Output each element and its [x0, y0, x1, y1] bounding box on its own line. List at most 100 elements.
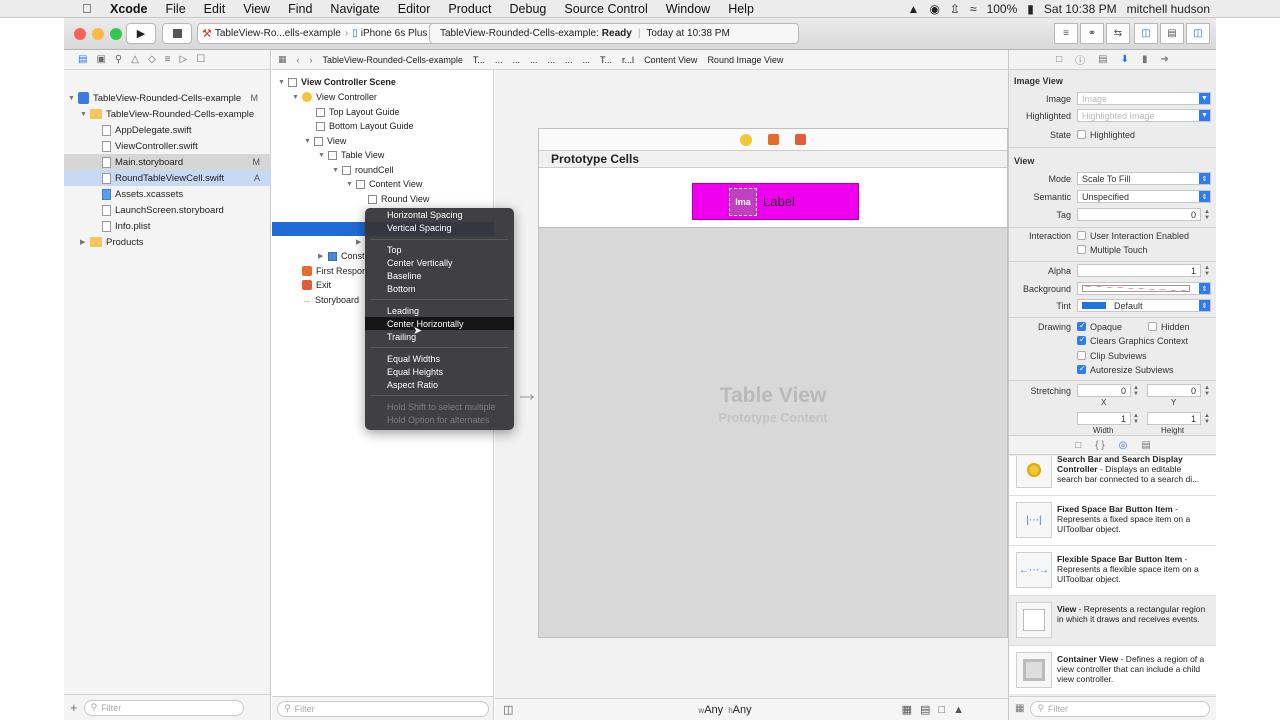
- storyboard-canvas[interactable]: → Prototype Cells Ima Label Table View P…: [495, 70, 1008, 698]
- pin-icon[interactable]: □: [938, 704, 945, 716]
- outline-row[interactable]: ▼ Table View: [318, 148, 384, 162]
- menu-edit[interactable]: Edit: [204, 2, 226, 16]
- show-outline-icon[interactable]: ◫: [503, 703, 513, 716]
- clip-subviews-checkbox[interactable]: [1077, 351, 1086, 360]
- background-color-select[interactable]: ⇕: [1077, 282, 1211, 295]
- breakpoint-icon[interactable]: ▷: [179, 54, 187, 65]
- user-interaction-checkbox[interactable]: [1077, 231, 1086, 240]
- outline-row[interactable]: ▶ Const: [318, 249, 365, 263]
- disclosure-open-icon[interactable]: ▼: [346, 181, 356, 188]
- toggle-navigator-button[interactable]: ◫: [1134, 23, 1158, 44]
- multiple-touch-checkbox[interactable]: [1077, 245, 1086, 254]
- view-controller-dock-icon[interactable]: [740, 133, 752, 146]
- folder-icon[interactable]: ▤: [78, 54, 87, 65]
- menu-item-top[interactable]: Top: [387, 243, 402, 256]
- symbol-icon[interactable]: ▣: [96, 54, 105, 65]
- clears-context-checkbox[interactable]: [1077, 335, 1086, 345]
- back-icon[interactable]: ‹: [297, 55, 300, 65]
- semantic-select[interactable]: Unspecified ⇕: [1077, 190, 1211, 203]
- jump-crumb[interactable]: ...: [547, 55, 555, 65]
- cell-label[interactable]: Label: [763, 194, 795, 209]
- attributes-inspector-icon[interactable]: ⬇: [1121, 54, 1129, 65]
- library-item[interactable]: ←⋯→ Flexible Space Bar Button Item - Rep…: [1009, 546, 1216, 596]
- menu-help[interactable]: Help: [728, 2, 754, 16]
- grid-view-icon[interactable]: ▦: [1015, 703, 1024, 714]
- jump-crumb[interactable]: ...: [565, 55, 573, 65]
- library-item[interactable]: |⋯| Fixed Space Bar Button Item - Repres…: [1009, 496, 1216, 546]
- help-inspector-icon[interactable]: ⓘ: [1075, 52, 1085, 67]
- standard-editor-button[interactable]: ≡: [1054, 23, 1078, 44]
- alpha-stepper[interactable]: ▲ ▼: [1203, 264, 1211, 277]
- warning-icon[interactable]: △: [131, 54, 139, 65]
- view-controller-scene[interactable]: Prototype Cells Ima Label Table View Pro…: [538, 128, 1008, 638]
- menu-item-aspect-ratio[interactable]: Aspect Ratio: [387, 378, 438, 391]
- stretch-y-input[interactable]: 0: [1147, 384, 1201, 397]
- highlighted-checkbox[interactable]: [1077, 130, 1086, 139]
- project-row[interactable]: ▼ TableView-Rounded-Cells-example M: [68, 90, 268, 106]
- alpha-input[interactable]: 1: [1077, 264, 1201, 277]
- disclosure-open-icon[interactable]: ▼: [332, 167, 342, 174]
- resolve-icon[interactable]: ▲: [953, 704, 964, 716]
- search-icon[interactable]: ⚲: [115, 54, 122, 65]
- menu-item-equal-heights[interactable]: Equal Heights: [387, 365, 443, 378]
- menu-navigate[interactable]: Navigate: [330, 2, 379, 16]
- toggle-debug-button[interactable]: ▤: [1160, 23, 1184, 44]
- jump-crumb[interactable]: ...: [512, 55, 520, 65]
- image-select[interactable]: Image ▼: [1077, 92, 1211, 105]
- record-icon[interactable]: ◉: [929, 2, 939, 16]
- library-item[interactable]: Search Bar and Search Display Controller…: [1009, 456, 1216, 496]
- zoom-window-button[interactable]: [110, 28, 122, 40]
- navigator-filter-input[interactable]: ⚲ Filter: [83, 699, 244, 716]
- code-snippet-icon[interactable]: { }: [1095, 440, 1104, 451]
- disclosure-closed-icon[interactable]: ▶: [318, 252, 328, 260]
- menu-view[interactable]: View: [243, 2, 270, 16]
- outline-row[interactable]: Round View: [368, 192, 429, 206]
- debug-icon[interactable]: ≡: [165, 54, 171, 65]
- object-library-icon[interactable]: ◎: [1119, 440, 1128, 451]
- tag-input[interactable]: 0: [1077, 208, 1201, 221]
- menu-window[interactable]: Window: [666, 2, 710, 16]
- outline-scene-row[interactable]: ▼ View Controller Scene: [278, 75, 396, 89]
- version-editor-button[interactable]: ⇆: [1106, 23, 1130, 44]
- highlighted-image-select[interactable]: Highlighted Image ▼: [1077, 109, 1211, 122]
- add-icon[interactable]: +: [70, 700, 78, 715]
- stop-button[interactable]: [162, 23, 192, 44]
- outline-row[interactable]: → Storyboard: [302, 293, 359, 307]
- opaque-checkbox[interactable]: [1077, 321, 1086, 331]
- minimize-window-button[interactable]: [92, 28, 104, 40]
- stack-icon[interactable]: ▦: [902, 703, 912, 716]
- menu-item-baseline[interactable]: Baseline: [387, 269, 422, 282]
- outline-row[interactable]: ▼ Content View: [346, 177, 422, 191]
- jump-crumb[interactable]: r...l: [622, 55, 634, 65]
- user-name[interactable]: mitchell hudson: [1127, 2, 1210, 16]
- stretch-width-input[interactable]: 1: [1077, 412, 1131, 425]
- identity-inspector-icon[interactable]: ▤: [1098, 54, 1107, 65]
- clock-text[interactable]: Sat 10:38 PM: [1044, 2, 1117, 16]
- stretch-y-stepper[interactable]: ▲ ▼: [1203, 384, 1211, 397]
- disclosure-open-icon[interactable]: ▼: [80, 111, 90, 118]
- jump-crumb[interactable]: T...: [600, 55, 612, 65]
- menu-item-center-vertically[interactable]: Center Vertically: [387, 256, 453, 269]
- report-icon[interactable]: ☐: [196, 54, 205, 65]
- outline-row[interactable]: ▼ View Controller: [292, 90, 377, 104]
- jump-crumb[interactable]: ...: [583, 55, 591, 65]
- test-icon[interactable]: ◇: [148, 54, 156, 65]
- entry-point-arrow-icon[interactable]: →: [515, 380, 539, 408]
- menu-item-trailing[interactable]: Trailing: [387, 330, 416, 343]
- stretch-height-stepper[interactable]: ▲ ▼: [1203, 412, 1211, 425]
- wifi-icon[interactable]: ≈: [970, 2, 977, 16]
- stretch-height-input[interactable]: 1: [1147, 412, 1201, 425]
- menu-item-center-horizontally[interactable]: Center Horizontally: [387, 317, 464, 330]
- jump-crumb[interactable]: Content View: [644, 55, 697, 65]
- tint-color-select[interactable]: Default ⇕: [1077, 299, 1211, 312]
- outline-filter-input[interactable]: ⚲ Filter: [277, 700, 489, 717]
- disclosure-open-icon[interactable]: ▼: [318, 152, 328, 159]
- disclosure-open-icon[interactable]: ▼: [304, 138, 314, 145]
- file-row[interactable]: RoundTableViewCell.swift A: [102, 170, 270, 186]
- align-icon[interactable]: ▤: [920, 703, 930, 716]
- outline-row[interactable]: ▼ View: [304, 134, 346, 148]
- library-item[interactable]: View - Represents a rectangular region i…: [1009, 596, 1216, 646]
- jump-crumb[interactable]: ...: [530, 55, 538, 65]
- menu-item-bottom[interactable]: Bottom: [387, 282, 416, 295]
- media-library-icon[interactable]: ▤: [1141, 440, 1150, 451]
